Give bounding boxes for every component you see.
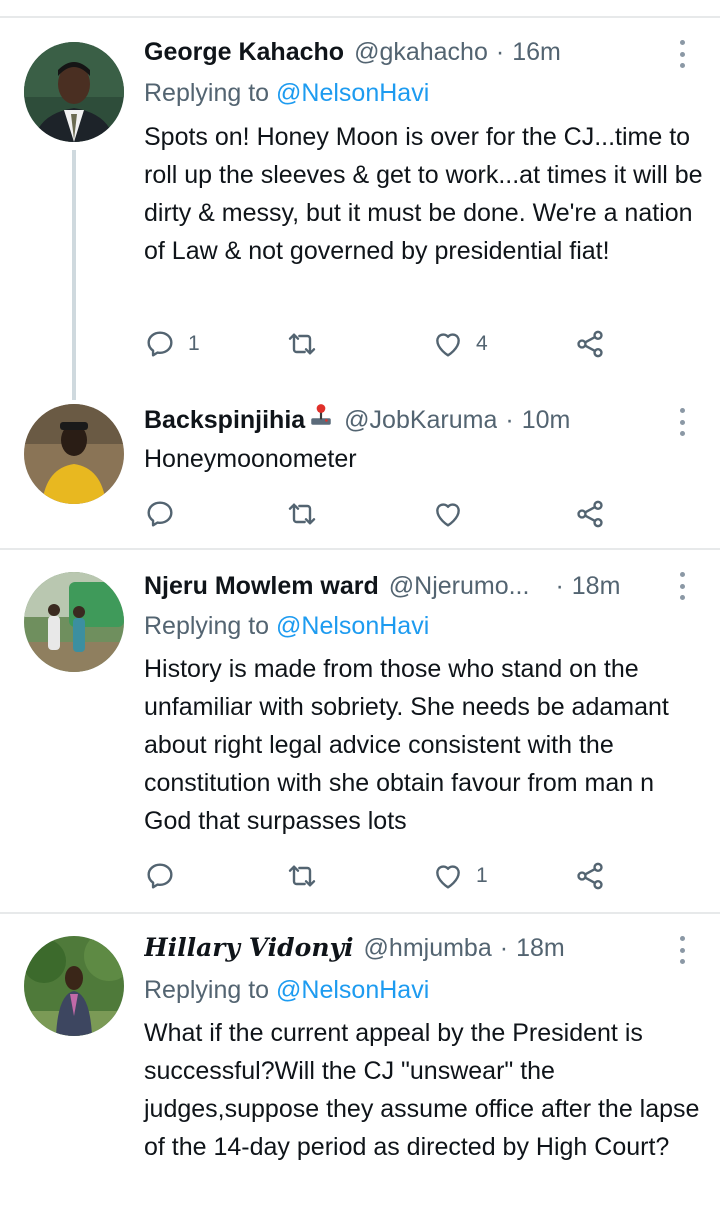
- tweet-header: Backspinjihia @JobKaruma · 10m: [144, 402, 656, 438]
- like-count: 4: [476, 332, 488, 355]
- like-button[interactable]: 4: [432, 324, 488, 364]
- tweet-actions: 1 4: [144, 324, 624, 364]
- share-icon: [577, 330, 603, 358]
- display-name[interactable]: George Kahacho: [144, 34, 344, 70]
- like-button[interactable]: [432, 494, 476, 534]
- reply-icon: [147, 501, 173, 527]
- tweet-text: Spots on! Honey Moon is over for the CJ.…: [144, 123, 703, 265]
- more-options-icon[interactable]: [678, 936, 686, 964]
- more-options-icon[interactable]: [678, 40, 686, 68]
- share-button[interactable]: [574, 856, 606, 896]
- user-handle[interactable]: @Njerumo...: [389, 568, 530, 604]
- replying-prefix: Replying to: [144, 976, 270, 1004]
- retweet-button[interactable]: [286, 324, 330, 364]
- heart-icon: [436, 503, 460, 527]
- avatar[interactable]: [24, 404, 124, 504]
- heart-icon: [436, 333, 460, 357]
- joystick-emoji-icon: [311, 404, 331, 425]
- tweet-actions: 1: [144, 856, 624, 896]
- tweet-1[interactable]: George Kahacho @gkahacho · 16m Replying …: [0, 0, 720, 400]
- replying-to: Replying to @NelsonHavi: [144, 972, 429, 1008]
- timestamp[interactable]: 16m: [512, 34, 561, 70]
- reply-button[interactable]: [144, 856, 188, 896]
- tweet-text: Honeymoonometer: [144, 445, 357, 473]
- replying-prefix: Replying to: [144, 79, 270, 107]
- tweet-2[interactable]: Backspinjihia @JobKaruma · 10m Honeymoon…: [0, 400, 720, 548]
- replying-prefix: Replying to: [144, 612, 270, 640]
- separator-dot: ·: [499, 934, 509, 962]
- user-handle[interactable]: @JobKaruma: [344, 402, 497, 438]
- tweet-header: George Kahacho @gkahacho · 16m: [144, 34, 656, 70]
- display-name[interactable]: Backspinjihia: [144, 402, 305, 438]
- timestamp[interactable]: 10m: [522, 402, 571, 438]
- group-outdoor-avatar-icon: [24, 572, 124, 672]
- retweet-button[interactable]: [286, 856, 330, 896]
- reply-icon: [147, 863, 173, 889]
- separator-dot: ·: [505, 406, 514, 434]
- retweet-icon: [288, 503, 316, 525]
- reply-mention-link[interactable]: @NelsonHavi: [276, 612, 429, 640]
- avatar[interactable]: [24, 936, 124, 1036]
- reply-mention-link[interactable]: @NelsonHavi: [276, 79, 429, 107]
- reply-mention-link[interactable]: @NelsonHavi: [276, 976, 429, 1004]
- like-count: 1: [476, 864, 488, 887]
- user-handle[interactable]: @gkahacho: [354, 34, 488, 70]
- avatar[interactable]: [24, 572, 124, 672]
- timestamp[interactable]: 18m: [572, 568, 621, 604]
- tweet-text: History is made from those who stand on …: [144, 655, 669, 835]
- replying-to: Replying to @NelsonHavi: [144, 608, 429, 644]
- more-options-icon[interactable]: [678, 408, 686, 436]
- display-name[interactable]: Hillary Vidonyi: [144, 930, 354, 966]
- retweet-icon: [288, 865, 316, 887]
- timestamp[interactable]: 18m: [516, 930, 565, 966]
- heart-icon: [436, 865, 460, 889]
- separator-dot: ·: [555, 572, 564, 600]
- person-garden-avatar-icon: [24, 936, 124, 1036]
- reply-icon: [147, 331, 173, 357]
- tweet-4[interactable]: Hillary Vidonyi @hmjumba · 18m Replying …: [0, 914, 720, 1219]
- person-yellow-shirt-avatar-icon: [24, 404, 124, 504]
- reply-count: 1: [188, 332, 200, 355]
- more-options-icon[interactable]: [678, 572, 686, 600]
- thread-line: [72, 150, 76, 400]
- tweet-actions: [144, 494, 624, 534]
- person-suit-avatar-icon: [24, 42, 124, 142]
- tweet-text: What if the current appeal by the Presid…: [144, 1019, 700, 1161]
- tweet-header: Njeru Mowlem ward @Njerumo... · 18m: [144, 568, 656, 604]
- like-button[interactable]: 1: [432, 856, 488, 896]
- share-icon: [577, 500, 603, 528]
- retweet-icon: [288, 333, 316, 355]
- share-button[interactable]: [574, 494, 606, 534]
- separator-dot: ·: [495, 38, 505, 66]
- share-icon: [577, 862, 603, 890]
- retweet-button[interactable]: [286, 494, 330, 534]
- avatar[interactable]: [24, 42, 124, 142]
- reply-button[interactable]: 1: [144, 324, 200, 364]
- replying-to: Replying to @NelsonHavi: [144, 75, 429, 111]
- share-button[interactable]: [574, 324, 606, 364]
- reply-button[interactable]: [144, 494, 188, 534]
- tweet-header: Hillary Vidonyi @hmjumba · 18m: [144, 930, 656, 966]
- tweet-3[interactable]: Njeru Mowlem ward @Njerumo... · 18m Repl…: [0, 550, 720, 912]
- user-handle[interactable]: @hmjumba: [364, 930, 492, 966]
- display-name[interactable]: Njeru Mowlem ward: [144, 568, 379, 604]
